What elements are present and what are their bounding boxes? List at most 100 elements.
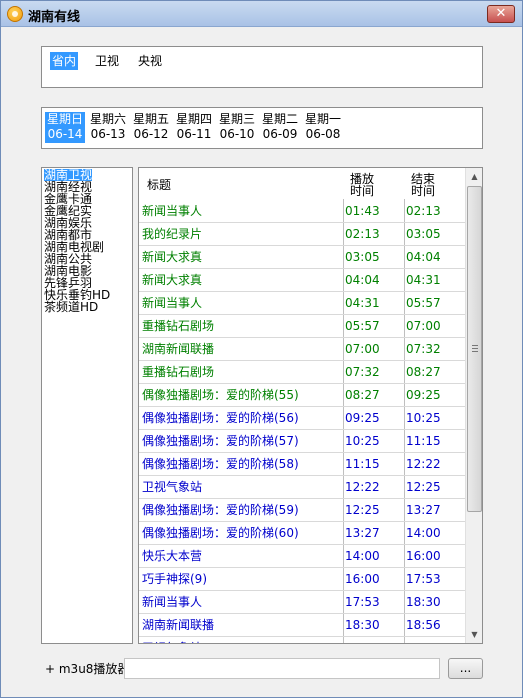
program-title: 湖南新闻联播	[142, 618, 215, 632]
end-time: 13:27	[406, 503, 441, 517]
end-time: 19:00	[406, 637, 464, 643]
program-title: 巧手神探(9)	[142, 572, 207, 586]
day-date: 06-11	[176, 127, 212, 141]
day-tab[interactable]: 星期二 06-09	[260, 112, 300, 142]
program-title: 偶像独播剧场：爱的阶梯(60)	[142, 526, 299, 540]
program-title: 偶像独播剧场：爱的阶梯(58)	[142, 457, 299, 471]
program-title: 新闻大求真	[142, 250, 203, 264]
start-time: 07:00	[345, 342, 380, 356]
end-time: 09:25	[406, 388, 441, 402]
start-time: 12:25	[345, 503, 380, 517]
program-title: 重播钻石剧场	[142, 319, 215, 333]
nav-tab[interactable]: 央视	[136, 52, 164, 70]
day-name: 星期六	[89, 112, 126, 126]
day-name: 星期五	[132, 112, 169, 126]
column-header-end[interactable]: 结束时间	[411, 173, 437, 197]
day-tab[interactable]: 星期五 06-12	[131, 112, 171, 142]
end-time: 16:00	[406, 549, 441, 563]
player-label: + m3u8播放器	[45, 662, 130, 676]
category-tabs: 省内 卫视 央视	[41, 46, 483, 88]
day-date: 06-14	[47, 127, 83, 141]
program-title: 湖南新闻联播	[142, 342, 215, 356]
end-time: 18:56	[406, 618, 441, 632]
schedule-table: 标题 播放时间 结束时间 新闻当事人 01:43 02:13 我的纪录片 02:13 03…	[138, 167, 483, 644]
day-name: 星期二	[261, 112, 298, 126]
channel-item[interactable]: 茶频道HD	[44, 301, 98, 313]
day-name: 星期一	[304, 112, 341, 126]
end-time: 14:00	[406, 526, 441, 540]
end-time: 11:15	[406, 434, 441, 448]
start-time: 17:53	[345, 595, 380, 609]
end-time: 04:04	[406, 250, 441, 264]
end-time: 12:22	[406, 457, 441, 471]
column-divider	[343, 199, 344, 643]
schedule-header: 标题 播放时间 结束时间	[139, 168, 466, 199]
start-time: 18:30	[345, 618, 380, 632]
day-name: 星期三	[218, 112, 255, 126]
program-title: 重播钻石剧场	[142, 365, 215, 379]
end-time: 12:25	[406, 480, 441, 494]
start-time: 04:31	[345, 296, 380, 310]
start-time: 16:00	[345, 572, 380, 586]
end-time: 10:25	[406, 411, 441, 425]
nav-tab[interactable]: 卫视	[93, 52, 121, 70]
player-url-input[interactable]	[124, 658, 440, 679]
end-time: 04:31	[406, 273, 441, 287]
browse-button[interactable]: ...	[448, 658, 483, 679]
column-header-start[interactable]: 播放时间	[350, 173, 376, 197]
grip-icon	[472, 345, 478, 352]
nav-tab[interactable]: 省内	[50, 52, 79, 70]
column-header-title[interactable]: 标题	[147, 179, 171, 191]
start-time: 11:15	[345, 457, 380, 471]
day-tab[interactable]: 星期一 06-08	[303, 112, 343, 142]
end-time: 02:13	[406, 204, 441, 218]
day-tab[interactable]: 星期三 06-10	[217, 112, 257, 142]
end-time: 17:53	[406, 572, 441, 586]
start-time: 12:22	[345, 480, 380, 494]
program-title: 新闻当事人	[142, 595, 203, 609]
start-time: 05:57	[345, 319, 380, 333]
day-date: 06-08	[305, 127, 341, 141]
day-tab[interactable]: 星期四 06-11	[174, 112, 214, 142]
start-time: 04:04	[345, 273, 380, 287]
app-window: 湖南有线 ✕ 省内 卫视 央视 星期日 06-14 星期六 06-13 星期五 06-12 星期…	[0, 0, 523, 698]
column-divider	[404, 199, 405, 643]
end-time: 05:57	[406, 296, 441, 310]
end-time: 07:32	[406, 342, 441, 356]
start-time: 14:00	[345, 549, 380, 563]
scroll-down-arrow-icon[interactable]: ▼	[467, 626, 482, 643]
title-bar: 湖南有线 ✕	[1, 1, 522, 27]
channel-list: 湖南卫视 湖南经视 金鹰卡通 金鹰纪实 湖南娱乐 湖南都市 湖南电视剧 湖南公共 湖南电影 先锋乒…	[41, 167, 133, 644]
day-date: 06-09	[262, 127, 298, 141]
program-title: 新闻当事人	[142, 204, 203, 218]
program-title: 快乐大本营	[142, 549, 203, 563]
start-time: 18:56	[345, 637, 403, 643]
end-time: 08:27	[406, 365, 441, 379]
end-time: 18:30	[406, 595, 441, 609]
program-title: 卫视气象站	[142, 480, 203, 494]
start-time: 09:25	[345, 411, 380, 425]
day-tabs: 星期日 06-14 星期六 06-13 星期五 06-12 星期四 06-11 星期三 06-10…	[41, 107, 483, 149]
window-title: 湖南有线	[28, 10, 81, 25]
day-tab[interactable]: 星期六 06-13	[88, 112, 128, 142]
program-title: 偶像独播剧场：爱的阶梯(55)	[142, 388, 299, 402]
scroll-up-arrow-icon[interactable]: ▲	[467, 168, 482, 185]
program-title: 偶像独播剧场：爱的阶梯(59)	[142, 503, 299, 517]
program-title: 偶像独播剧场：爱的阶梯(57)	[142, 434, 299, 448]
day-name: 星期四	[175, 112, 212, 126]
end-time: 03:05	[406, 227, 441, 241]
close-button[interactable]: ✕	[487, 5, 515, 23]
start-time: 03:05	[345, 250, 380, 264]
start-time: 13:27	[345, 526, 380, 540]
app-logo-icon	[7, 6, 23, 22]
schedule-scrollbar[interactable]: ▲ ▼	[465, 168, 482, 643]
program-title: 偶像独播剧场：爱的阶梯(56)	[142, 411, 299, 425]
day-tab[interactable]: 星期日 06-14	[45, 112, 85, 143]
day-date: 06-10	[219, 127, 255, 141]
start-time: 02:13	[345, 227, 380, 241]
program-title: 新闻当事人	[142, 296, 203, 310]
start-time: 08:27	[345, 388, 380, 402]
scroll-thumb[interactable]	[467, 186, 482, 512]
start-time: 10:25	[345, 434, 380, 448]
start-time: 01:43	[345, 204, 380, 218]
